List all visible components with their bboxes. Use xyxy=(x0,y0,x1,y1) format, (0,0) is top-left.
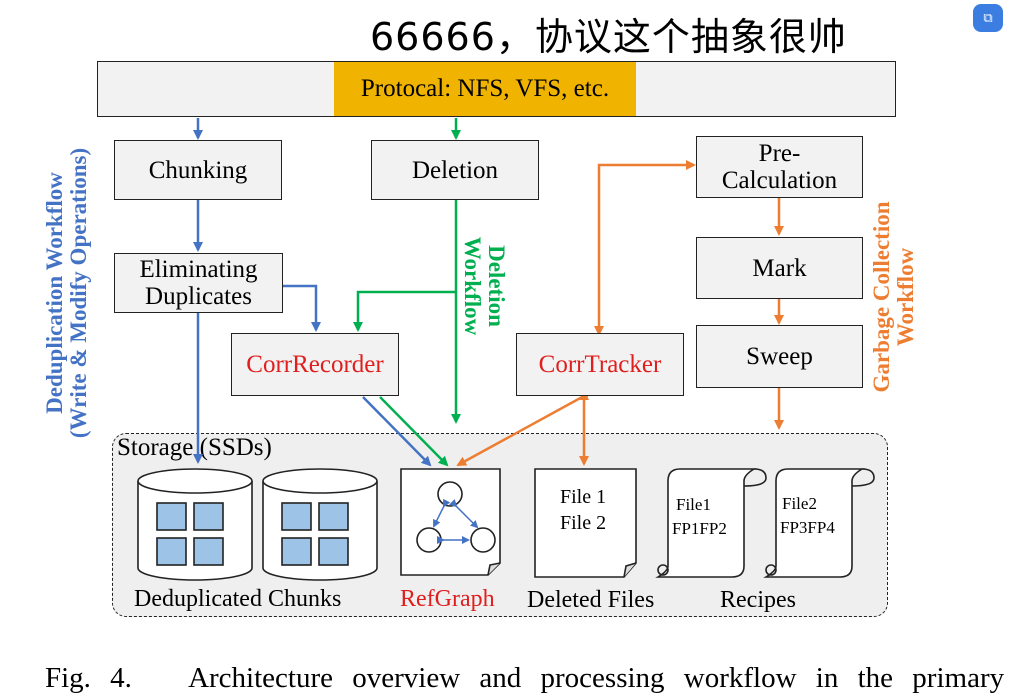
ssd-cylinder-2 xyxy=(262,468,378,581)
sweep-box: Sweep xyxy=(696,325,863,388)
gc-workflow-line-1: Garbage Collection xyxy=(869,201,894,393)
deleted-files-label: Deleted Files xyxy=(527,587,655,613)
recipe1-line-2: FP1FP2 xyxy=(672,519,727,538)
deleted-file-entry-1: File 1 xyxy=(560,486,607,508)
refgraph-doc xyxy=(400,468,501,576)
corr-recorder-label: CorrRecorder xyxy=(246,351,384,378)
recipe2-line-1: File2 xyxy=(782,494,817,513)
gc-workflow-line-2: Workflow xyxy=(893,247,918,347)
recipes-label: Recipes xyxy=(720,587,796,613)
eliminating-duplicates-box: Eliminating Duplicates xyxy=(114,253,283,313)
eliminating-label-1: Eliminating xyxy=(139,256,258,283)
chunking-box: Chunking xyxy=(114,140,282,200)
deleted-file-entry-2: File 2 xyxy=(560,512,607,534)
dedup-workflow-line-1: Deduplication Workflow xyxy=(42,172,67,414)
pre-calc-label-2: Calculation xyxy=(721,167,838,194)
corr-tracker-box: CorrTracker xyxy=(516,333,684,396)
dedup-workflow-line-2: (Write & Modify Operations) xyxy=(66,147,91,439)
figure-caption: Fig. 4. Architecture overview and proces… xyxy=(45,662,1005,694)
eliminating-label-2: Duplicates xyxy=(145,283,252,310)
pre-calculation-box: Pre- Calculation xyxy=(696,136,863,198)
mark-box: Mark xyxy=(696,237,863,299)
corr-tracker-label: CorrTracker xyxy=(538,351,662,378)
ssd-cylinder-1 xyxy=(137,468,253,581)
deletion-label: Deletion xyxy=(411,156,499,184)
recipe2-line-2: FP3FP4 xyxy=(780,518,835,537)
chunking-label: Chunking xyxy=(148,156,248,184)
deletion-workflow-line-1: Deletion xyxy=(484,245,509,327)
corr-recorder-box: CorrRecorder xyxy=(231,333,399,396)
dedup-chunks-label: Deduplicated Chunks xyxy=(134,586,342,612)
recipe1-line-1: File1 xyxy=(676,495,711,514)
mark-label: Mark xyxy=(752,254,807,282)
sweep-label: Sweep xyxy=(746,343,813,370)
refgraph-label: RefGraph xyxy=(400,586,495,612)
deletion-box: Deletion xyxy=(371,140,539,200)
pre-calc-label-1: Pre- xyxy=(758,140,801,167)
deletion-workflow-line-2: Workflow xyxy=(460,236,485,336)
